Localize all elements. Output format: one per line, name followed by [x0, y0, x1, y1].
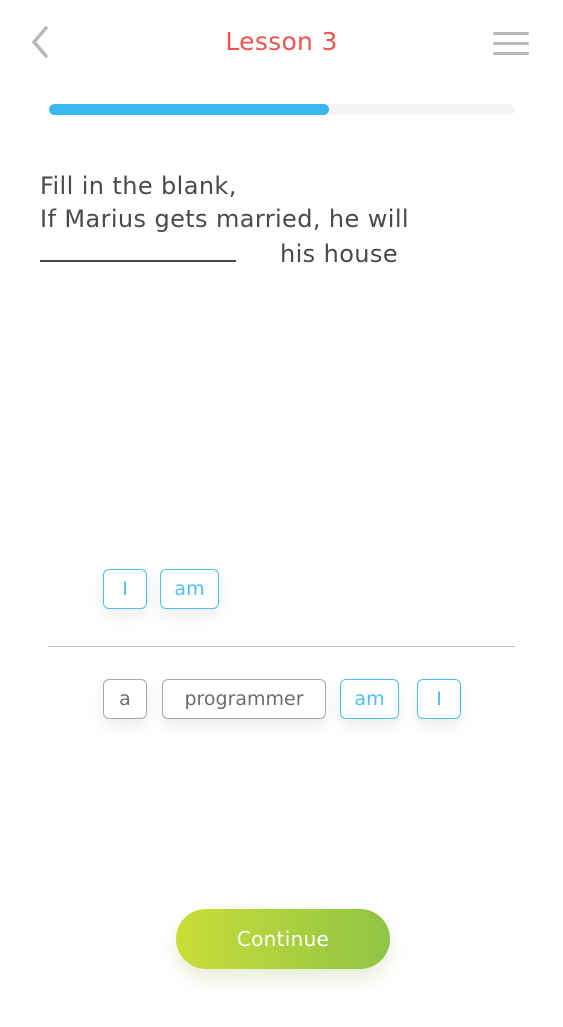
progress-bar [49, 104, 515, 115]
question-prompt: Fill in the blank, If Marius gets marrie… [40, 170, 530, 271]
instruction-text: Fill in the blank, [40, 172, 237, 200]
sentence-text: If Marius gets married, he will [40, 205, 409, 233]
selected-word-chip[interactable]: I [103, 569, 147, 609]
continue-button[interactable]: Continue [176, 909, 390, 969]
divider [48, 646, 515, 647]
sentence-end-text: his house [280, 240, 398, 268]
hamburger-menu-icon [493, 32, 529, 35]
sentence-end-line: his house [40, 236, 530, 271]
word-bank-chip[interactable]: a [103, 679, 147, 719]
word-bank-chip[interactable]: programmer [162, 679, 326, 719]
answer-blank [40, 236, 236, 262]
header: Lesson 3 [0, 0, 563, 90]
word-bank-chip[interactable]: am [340, 679, 399, 719]
menu-button[interactable] [490, 30, 532, 60]
word-bank-chip[interactable]: I [417, 679, 461, 719]
page-title: Lesson 3 [225, 27, 338, 56]
progress-fill [49, 104, 329, 115]
selected-word-chip[interactable]: am [160, 569, 219, 609]
